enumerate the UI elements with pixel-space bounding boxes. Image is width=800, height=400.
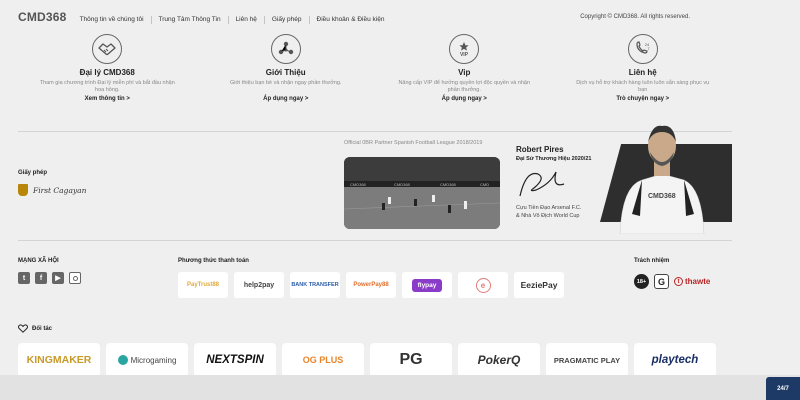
gamcare-icon[interactable]: G (654, 274, 669, 289)
social-icons: t f ▶ (18, 272, 81, 284)
svg-text:CMD368: CMD368 (440, 182, 457, 187)
partner-pragmatic-play[interactable]: PRAGMATIC PLAY (546, 343, 628, 377)
partner-playtech[interactable]: playtech (634, 343, 716, 377)
vip-badge-icon: VIP (449, 34, 480, 64)
payment-bank-transfer[interactable]: BANK TRANSFER (290, 272, 340, 298)
thawte-label: thawte (685, 277, 711, 286)
first-cagayan-logo[interactable]: First Cagayan (18, 184, 86, 196)
thawte-logo[interactable]: t thawte (674, 277, 710, 286)
copyright-text: Copyright © CMD368. All rights reserved. (580, 14, 690, 20)
nav-link-contact[interactable]: Liên hệ (227, 16, 264, 24)
heart-icon (18, 324, 28, 333)
feature-row: Đại lý CMD368 Tham gia chương trình Đại … (18, 30, 732, 130)
microgaming-mark-icon (117, 355, 128, 365)
shirt-logo-text: CMD368 (648, 193, 676, 200)
svg-text:CMD368: CMD368 (394, 182, 411, 187)
responsibility-label: Trách nhiệm (634, 258, 670, 264)
vip-apply-link[interactable]: Áp dụng ngay > (442, 96, 487, 102)
chat-now-link[interactable]: Trò chuyện ngay > (616, 96, 669, 102)
payment-methods: PayTrust88 help2pay BANK TRANSFER PowerP… (178, 272, 564, 298)
instagram-icon[interactable] (69, 272, 81, 284)
partners-header: Đối tác (18, 324, 52, 333)
feature-desc: Dịch vụ hỗ trợ khách hàng luôn luôn sẵn … (576, 80, 710, 93)
nav-link-about[interactable]: Thông tin về chúng tôi (73, 16, 151, 24)
youtube-icon[interactable]: ▶ (52, 272, 64, 284)
payment-help2pay[interactable]: help2pay (234, 272, 284, 298)
feature-referral: Giới Thiệu Giới thiệu bạn bè và nhận nga… (197, 30, 376, 130)
feature-agent: Đại lý CMD368 Tham gia chương trình Đại … (18, 30, 197, 130)
svg-text:CMD368: CMD368 (350, 182, 367, 187)
bottom-strip (0, 375, 800, 400)
live-chat-button[interactable]: 24/7 (766, 377, 800, 400)
cmd368-logo[interactable]: CMD368 (18, 10, 67, 24)
handshake-icon (92, 34, 123, 64)
partners-label: Đối tác (32, 325, 53, 332)
referral-apply-link[interactable]: Áp dụng ngay > (263, 96, 308, 102)
payment-powerpay88[interactable]: PowerPay88 (346, 272, 396, 298)
signature-image (516, 166, 570, 205)
top-nav-bar: CMD368 Thông tin về chúng tôi Trung Tâm T… (18, 8, 782, 26)
license-name: First Cagayan (33, 185, 87, 195)
e-wallet-label: e (475, 277, 491, 293)
phone-24-7-icon: 24 7 (627, 34, 658, 64)
microgaming-label: Microgaming (130, 355, 177, 365)
footer-nav: Thông tin về chúng tôi Trung Tâm Thông Ti… (73, 8, 392, 26)
ambassador-info: Cựu Tiền Đạo Arsenal F.C. & Nhà Vô Địch … (516, 204, 581, 220)
ambassador-name: Robert Pires (516, 145, 564, 154)
feature-title: Vip (458, 68, 471, 77)
flypay-label: flypay (411, 278, 443, 292)
agent-info-link[interactable]: Xem thông tin > (85, 96, 130, 102)
age-18-plus-icon[interactable]: 18+ (634, 274, 649, 289)
ambassador-line-1: Cựu Tiền Đạo Arsenal F.C. (516, 205, 582, 211)
football-match-image: CMD368 CMD368 CMD368 CMD (344, 157, 500, 229)
partner-kingmaker[interactable]: KINGMAKER (18, 343, 100, 377)
ambassador-role: Đại Sứ Thương Hiệu 2020/21 (516, 156, 592, 162)
twitter-icon[interactable]: t (18, 272, 30, 284)
feature-desc: Tham gia chương trình Đại lý miễn phí và… (39, 80, 175, 93)
svg-text:7: 7 (647, 46, 650, 51)
nav-link-terms[interactable]: Điều khoản & Điều kiện (308, 16, 392, 24)
crest-icon (18, 184, 28, 196)
payment-e-wallet[interactable]: e (458, 272, 508, 298)
partner-pg[interactable]: PG (370, 343, 452, 377)
partner-caption: Official 0BR Partner Spanish Football Le… (344, 140, 483, 146)
feature-title: Đại lý CMD368 (79, 68, 135, 77)
network-icon (270, 34, 301, 64)
payment-paytrust88[interactable]: PayTrust88 (178, 272, 228, 298)
thawte-mark-icon: t (674, 277, 683, 286)
divider (18, 240, 732, 241)
ambassador-line-2: & Nhà Vô Địch World Cup (516, 213, 580, 219)
feature-contact: 24 7 Liên hệ Dịch vụ hỗ trợ khách hàng lu… (554, 30, 733, 130)
feature-desc: Giới thiệu bạn bè và nhận ngay phần thưở… (229, 80, 342, 86)
feature-title: Giới Thiệu (265, 68, 306, 77)
partner-og-plus[interactable]: OG PLUS (282, 343, 364, 377)
responsibility-logos: 18+ G t thawte (634, 274, 710, 289)
svg-text:CMD: CMD (480, 182, 489, 187)
license-label: Giấy phép (18, 170, 48, 176)
footer-page: CMD368 Thông tin về chúng tôi Trung Tâm T… (0, 0, 800, 400)
partner-pokerq[interactable]: PokerQ (458, 343, 540, 377)
nav-link-info-center[interactable]: Trung Tâm Thông Tin (150, 16, 228, 24)
payment-eeziepay[interactable]: EeziePay (514, 272, 564, 298)
social-label: MẠNG XÃ HỘI (18, 258, 59, 264)
payment-label: Phương thức thanh toán (178, 258, 249, 264)
feature-desc: Nâng cấp VIP để hưởng quyền lợi độc quyề… (398, 80, 531, 93)
partner-nextspin[interactable]: NEXTSPIN (194, 343, 276, 377)
feature-title: Liên hệ (628, 68, 657, 77)
facebook-icon[interactable]: f (35, 272, 47, 284)
partner-logos: KINGMAKER Microgaming NEXTSPIN OG PLUS P… (18, 343, 716, 377)
payment-flypay[interactable]: flypay (402, 272, 452, 298)
nav-link-license[interactable]: Giấy phép (263, 16, 309, 24)
svg-text:VIP: VIP (460, 52, 469, 58)
ambassador-photo: CMD368 (612, 116, 712, 239)
partner-microgaming[interactable]: Microgaming (106, 343, 188, 377)
feature-vip: VIP Vip Nâng cấp VIP để hưởng quyền lợi … (375, 30, 554, 130)
